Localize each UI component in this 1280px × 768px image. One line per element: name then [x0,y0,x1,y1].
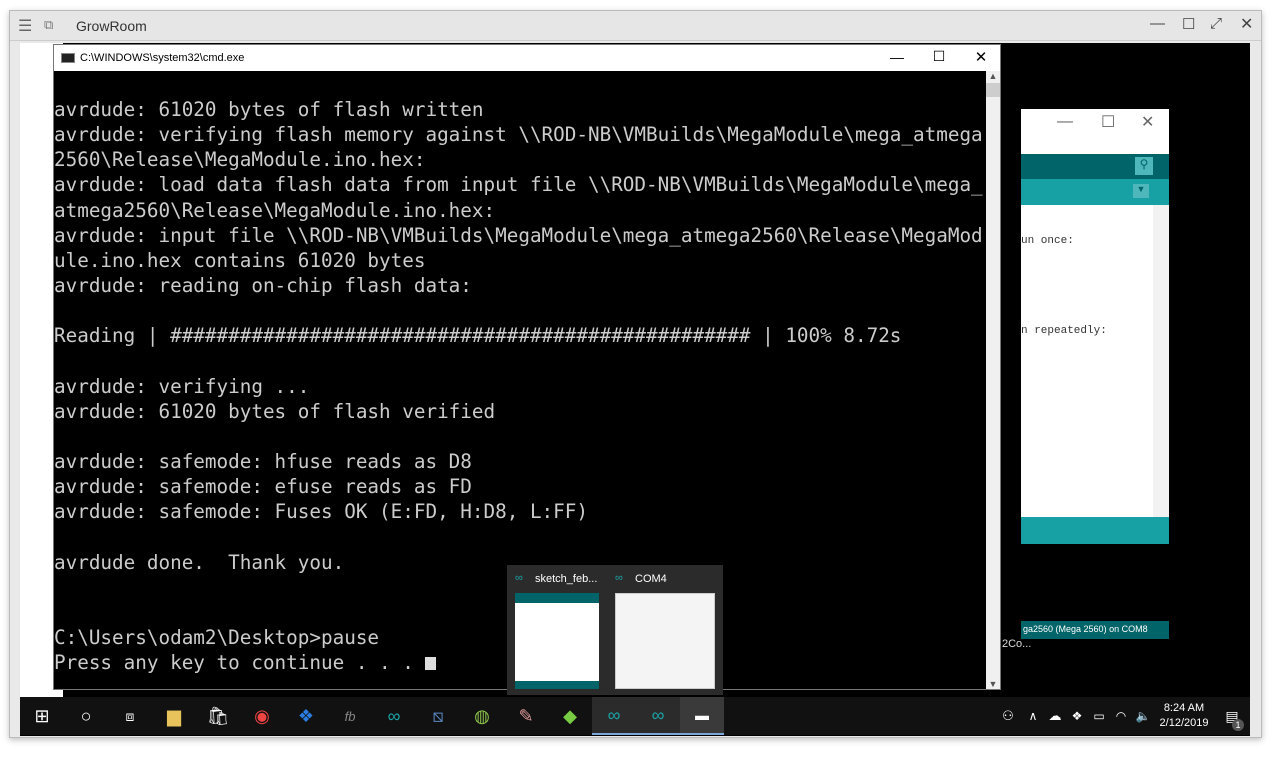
arduino-toolbar: ⚲ [1021,154,1169,179]
console-line: avrdude: input file \\ROD-NB\VMBuilds\Me… [54,223,983,247]
arduino-console [1021,544,1169,621]
arduino-maximize-button[interactable]: ☐ [1101,112,1115,132]
menu-icon[interactable]: ☰ [18,16,32,36]
paint-app-icon[interactable]: ✎ [504,697,548,735]
desktop-icon-label[interactable]: 2Co... [1002,638,1031,650]
window-title: GrowRoom [76,18,147,34]
show-hidden-icon[interactable]: ∧ [1022,697,1044,735]
arduino-running-icon[interactable]: ∞ [592,697,636,735]
arduino-minimize-button[interactable]: — [1057,113,1073,131]
arduino-ide-window: — ☐ ✕ ⚲ ▼ un once: n repeatedly: ga2560 … [1021,109,1169,639]
cmd-minimize-button[interactable]: — [882,49,912,65]
cmd-title: C:\WINDOWS\system32\cmd.exe [80,52,245,64]
gem-app-icon[interactable]: ◆ [548,697,592,735]
console-line: avrdude: load data flash data from input… [54,173,983,197]
arduino-tabs-bar: ▼ [1021,179,1169,205]
console-line: avrdude: reading on-chip flash data: [54,273,472,297]
editor-scrollbar[interactable] [1153,205,1169,517]
arduino-close-button[interactable]: ✕ [1141,112,1154,132]
preview-title: sketch_feb... [535,573,598,585]
code-line: un once: [1021,235,1074,247]
arduino-icon: ∞ [515,572,523,584]
store-icon[interactable]: 🛍 [196,697,240,735]
dev-tool-icon[interactable]: ⧅ [416,697,460,735]
code-editor[interactable]: un once: n repeatedly: [1021,205,1169,517]
arduino-icon: ∞ [615,572,623,584]
console-line: 2560\Release\MegaModule.ino.hex: [54,148,426,172]
clock[interactable]: 8:24 AM 2/12/2019 [1154,701,1214,731]
onedrive-icon[interactable]: ☁ [1044,697,1066,735]
cmd-icon [61,53,75,63]
volume-muted-icon[interactable]: 🔈 [1132,697,1154,735]
text-cursor [425,657,437,671]
minimize-button[interactable]: — [1150,15,1165,32]
preview-thumbnail [515,593,599,689]
cmd-maximize-button[interactable]: ☐ [924,48,954,65]
task-view-icon[interactable]: ⧈ [108,697,152,735]
serial-monitor-icon[interactable]: ⚲ [1135,157,1153,175]
console-line: Reading | ##############################… [54,324,902,348]
cmd-close-button[interactable]: ✕ [966,48,996,66]
arduino-status-bar: ga2560 (Mega 2560) on COM8 [1021,621,1169,639]
people-icon[interactable]: ⚇ [994,697,1022,735]
console-line: avrdude: safemode: hfuse reads as D8 [54,449,472,473]
action-center-icon[interactable]: ▤ 1 [1214,697,1250,735]
date: 2/12/2019 [1159,717,1209,729]
notification-badge: 1 [1232,719,1244,731]
code-line: n repeatedly: [1021,325,1107,337]
time: 8:24 AM [1163,702,1205,714]
fb-app-icon[interactable]: fb [328,697,372,735]
close-button[interactable]: ✕ [1240,14,1253,34]
console-line: avrdude: safemode: Fuses OK (E:FD, H:D8,… [54,500,588,524]
growroom-titlebar: ☰ ⧉ GrowRoom — ☐ ⤢ ✕ [10,11,1261,41]
preview-thumbnail [615,593,715,689]
file-explorer-icon[interactable]: ▆ [152,697,196,735]
console-line: ule.ino.hex contains 61020 bytes [54,248,426,272]
start-button[interactable]: ⊞ [20,697,64,735]
console-line: avrdude: 61020 bytes of flash verified [54,399,496,423]
preview-title: COM4 [635,573,667,585]
dropbox-icon[interactable]: ❖ [284,697,328,735]
arduino-running-icon-2[interactable]: ∞ [636,697,680,735]
console-line: avrdude: verifying flash memory against … [54,123,983,147]
arduino-message-bar [1021,517,1169,544]
battery-icon[interactable]: ▭ [1088,697,1110,735]
cmd-titlebar: C:\WINDOWS\system32\cmd.exe — ☐ ✕ [54,45,1000,71]
cmd-scrollbar[interactable]: ▲ ▼ [986,71,1000,689]
arduino-app-icon[interactable]: ∞ [372,697,416,735]
cortana-icon[interactable]: ○ [64,697,108,735]
tab-menu-icon[interactable]: ▼ [1133,184,1149,198]
console-line: avrdude: verifying ... [54,374,310,398]
preview-sketch[interactable]: ∞ sketch_feb... [513,565,613,695]
android-studio-icon[interactable]: ◍ [460,697,504,735]
maximize-button[interactable]: ☐ [1182,15,1195,33]
taskbar-preview-popup: ∞ sketch_feb... ∞ COM4 [507,565,723,695]
cmd-taskbar-icon[interactable]: ▬ [680,697,724,735]
wifi-icon[interactable]: ◠ [1110,697,1132,735]
console-line: avrdude: 61020 bytes of flash written [54,98,484,121]
fullscreen-button[interactable]: ⤢ [1210,15,1222,32]
dropbox-tray-icon[interactable]: ❖ [1066,697,1088,735]
console-line: atmega2560\Release\MegaModule.ino.hex: [54,198,496,222]
taskbar: ⊞ ○ ⧈ ▆ 🛍 ◉ ❖ fb ∞ ⧅ ◍ ✎ ◆ ∞ ∞ ▬ ⚇ ∧ ☁ ❖… [20,697,1250,735]
chrome-icon[interactable]: ◉ [240,697,284,735]
console-line: avrdude: safemode: efuse reads as FD [54,475,472,499]
preview-com4[interactable]: ∞ COM4 [613,565,715,695]
remote-icon: ⧉ [44,17,54,32]
